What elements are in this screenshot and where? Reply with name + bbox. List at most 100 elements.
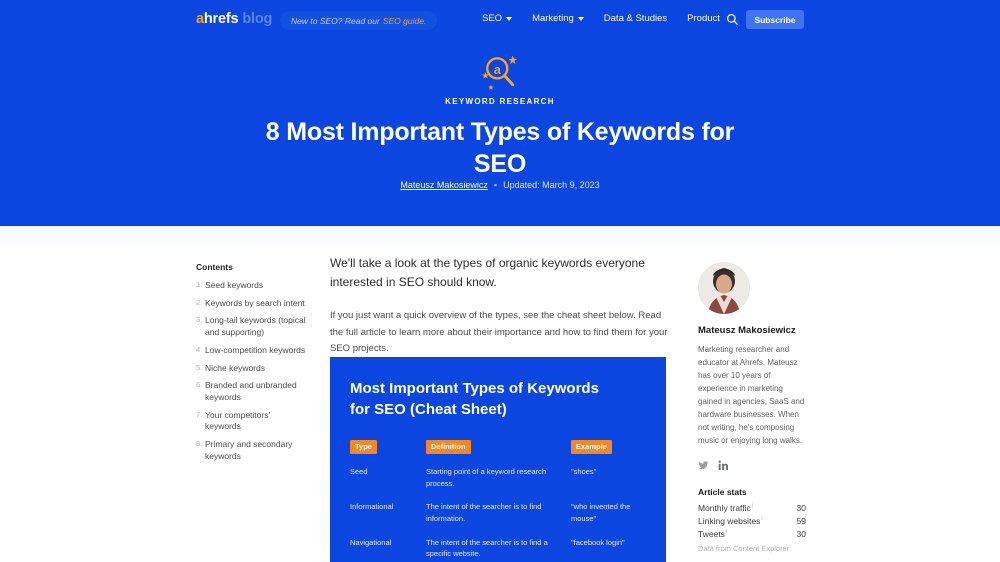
cell-example: "shoes" bbox=[571, 467, 597, 476]
nav-item-seo-label: SEO bbox=[482, 13, 503, 24]
svg-text:a: a bbox=[494, 62, 502, 77]
stat-value: 30 bbox=[796, 528, 806, 539]
info-icon[interactable]: i bbox=[761, 516, 762, 522]
toc-item-number: 2. bbox=[196, 297, 203, 307]
toc-item-number: 1. bbox=[196, 280, 203, 289]
subscribe-label: Subscribe bbox=[754, 14, 796, 25]
stat-label-text: Linking websites bbox=[698, 515, 761, 526]
subscribe-button[interactable]: Subscribe bbox=[746, 10, 804, 29]
stat-value: 59 bbox=[796, 515, 806, 526]
stat-label: Tweetsi bbox=[698, 529, 727, 539]
updated-date: Updated: March 9, 2023 bbox=[503, 180, 600, 190]
table-header-row: Type Definition Example bbox=[350, 436, 650, 454]
nav-item-product-label: Product bbox=[687, 13, 720, 24]
article-content: We'll take a look at the types of organi… bbox=[330, 254, 672, 371]
info-icon[interactable]: i bbox=[752, 503, 753, 509]
column-header-type: Type bbox=[350, 436, 426, 454]
type-badge: Type bbox=[350, 440, 377, 454]
cell-definition: The intent of the searcher is to find a … bbox=[426, 537, 548, 559]
toc-item-2[interactable]: 2. Keywords by search intent bbox=[196, 298, 308, 310]
twitter-icon[interactable] bbox=[698, 458, 709, 469]
article-stats-heading: Article stats bbox=[698, 486, 747, 497]
table-row: Informational The intent of the searcher… bbox=[350, 501, 650, 524]
ahrefs-blog-logo[interactable]: ahrefs blog bbox=[196, 12, 272, 27]
toc-item-number: 4. bbox=[196, 344, 203, 354]
definition-badge: Definition bbox=[426, 440, 471, 454]
toc-item-number: 8. bbox=[196, 439, 203, 449]
linkedin-icon[interactable] bbox=[718, 458, 729, 470]
chevron-down-icon bbox=[577, 16, 584, 21]
stat-row-linking-websites: Linking websitesi 59 bbox=[698, 516, 806, 526]
table-row: Navigational The intent of the searcher … bbox=[350, 537, 650, 560]
article-category-label[interactable]: KEYWORD RESEARCH bbox=[0, 97, 1000, 106]
cell-type: Navigational bbox=[350, 537, 392, 547]
cheat-sheet-title: Most Important Types of Keywords for SEO… bbox=[350, 380, 599, 418]
toc-item-number: 3. bbox=[196, 315, 203, 325]
promo-text: New to SEO? Read our bbox=[291, 15, 380, 26]
nav-item-data-studies-label: Data & Studies bbox=[603, 13, 668, 24]
toc-item-label: Your competitors' keywords bbox=[205, 409, 271, 432]
table-of-contents: Contents 1. Seed keywords 2. Keywords by… bbox=[196, 262, 308, 469]
chevron-down-icon bbox=[506, 16, 513, 21]
stat-label-text: Tweets bbox=[698, 528, 725, 539]
nav-item-marketing-label: Marketing bbox=[532, 13, 574, 24]
nav-item-data-studies[interactable]: Data & Studies bbox=[604, 13, 667, 24]
stat-row-tweets: Tweetsi 30 bbox=[698, 529, 806, 539]
toc-item-7[interactable]: 7. Your competitors' keywords bbox=[196, 410, 308, 433]
hero-section: ahrefs blog New to SEO? Read our SEO guide… bbox=[0, 0, 1000, 226]
toc-item-label: Branded and unbranded keywords bbox=[205, 380, 297, 403]
column-header-example: Example bbox=[571, 436, 650, 454]
promo-highlight: SEO guide. bbox=[382, 15, 427, 26]
toc-item-label: Low-competition keywords bbox=[205, 344, 306, 355]
stat-label: Monthly traffici bbox=[698, 503, 753, 513]
seo-guide-promo-pill[interactable]: New to SEO? Read our SEO guide. bbox=[280, 11, 438, 30]
toc-item-label: Niche keywords bbox=[205, 362, 265, 373]
toc-heading: Contents bbox=[196, 262, 233, 272]
nav-item-marketing[interactable]: Marketing bbox=[532, 13, 584, 24]
article-lead-paragraph: We'll take a look at the types of organi… bbox=[330, 256, 645, 290]
cheat-sheet-infographic: Most Important Types of Keywords for SEO… bbox=[330, 357, 666, 562]
toc-item-number: 7. bbox=[196, 409, 203, 419]
logo-hrefs: hrefs bbox=[203, 11, 239, 27]
toc-item-1[interactable]: 1. Seed keywords bbox=[196, 280, 308, 292]
stats-source-note: Data from Content Explorer bbox=[698, 543, 790, 553]
stat-value: 30 bbox=[796, 502, 806, 513]
page-title: 8 Most Important Types of Keywords for S… bbox=[265, 118, 735, 178]
toc-item-label: Keywords by search intent bbox=[205, 297, 305, 308]
toc-item-label: Primary and secondary keywords bbox=[205, 439, 293, 461]
table-row: Seed Starting point of a keyword researc… bbox=[350, 466, 650, 489]
toc-item-number: 6. bbox=[196, 380, 203, 390]
toc-item-8[interactable]: 8. Primary and secondary keywords bbox=[196, 439, 308, 462]
avatar bbox=[698, 262, 750, 314]
search-icon[interactable] bbox=[726, 13, 739, 26]
stat-label: Linking websitesi bbox=[698, 516, 763, 526]
cell-definition: The intent of the searcher is to find in… bbox=[426, 502, 542, 524]
toc-item-number: 5. bbox=[196, 362, 203, 372]
nav-item-product[interactable]: Product bbox=[687, 13, 720, 24]
toc-item-3[interactable]: 3. Long-tail keywords (topical and suppo… bbox=[196, 315, 308, 338]
toc-item-label: Long-tail keywords (topical and supporti… bbox=[205, 315, 306, 338]
body-section: Contents 1. Seed keywords 2. Keywords by… bbox=[0, 226, 1000, 562]
article-paragraph: If you just want a quick overview of the… bbox=[330, 310, 668, 355]
author-link[interactable]: Mateusz Makosiewicz bbox=[400, 180, 488, 190]
keyword-research-magnifier-icon: a bbox=[0, 52, 1000, 92]
author-socials bbox=[698, 458, 806, 470]
toc-item-6[interactable]: 6. Branded and unbranded keywords bbox=[196, 380, 308, 403]
stat-label-text: Monthly traffic bbox=[698, 502, 751, 513]
example-badge: Example bbox=[571, 440, 612, 454]
cell-type: Seed bbox=[350, 467, 368, 476]
logo-blog: blog bbox=[242, 11, 273, 27]
nav-item-seo[interactable]: SEO bbox=[482, 13, 513, 24]
toc-item-label: Seed keywords bbox=[205, 280, 264, 290]
page-root: ahrefs blog New to SEO? Read our SEO guide… bbox=[0, 0, 1000, 562]
author-bio: Marketing researcher and educator at Ahr… bbox=[698, 345, 805, 445]
cell-example: "who invented the mouse" bbox=[571, 502, 631, 524]
toc-item-4[interactable]: 4. Low-competition keywords bbox=[196, 345, 308, 357]
cell-type: Informational bbox=[350, 502, 394, 512]
author-name[interactable]: Mateusz Makosiewicz bbox=[698, 325, 806, 336]
toc-item-5[interactable]: 5. Niche keywords bbox=[196, 363, 308, 375]
byline: Mateusz Makosiewicz ▪ Updated: March 9, 20… bbox=[0, 180, 1000, 190]
column-header-definition: Definition bbox=[426, 436, 571, 454]
info-icon[interactable]: i bbox=[726, 529, 727, 535]
cell-definition: Starting point of a keyword research pro… bbox=[426, 467, 547, 488]
